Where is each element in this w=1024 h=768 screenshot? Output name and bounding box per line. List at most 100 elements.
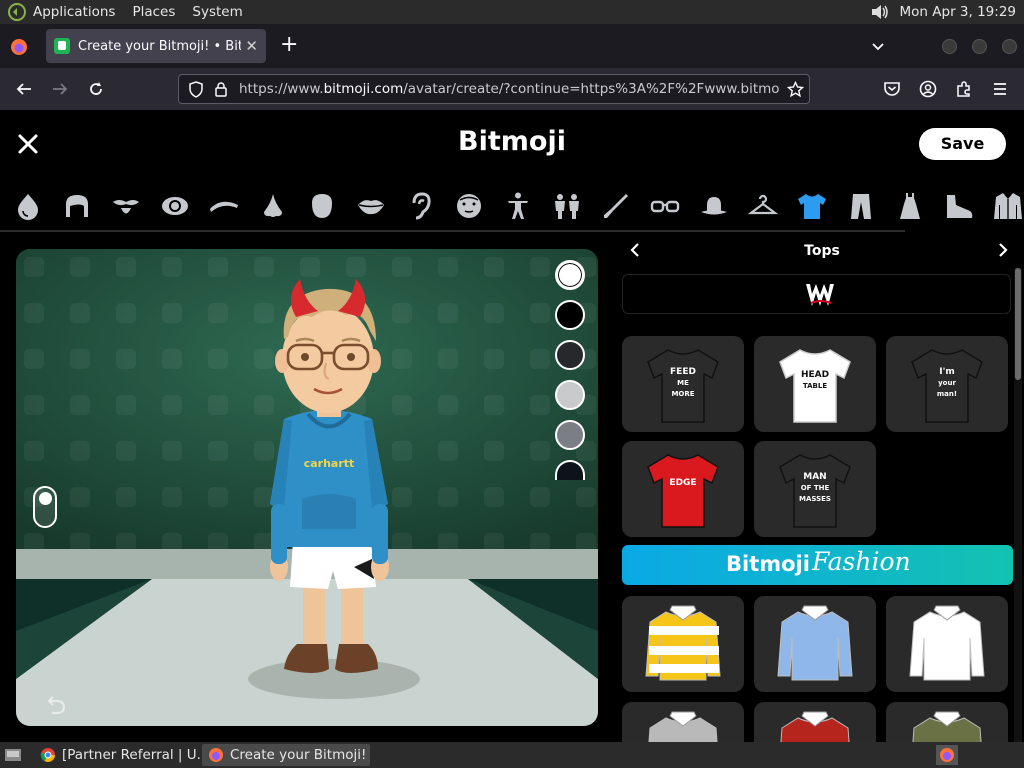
category-face-shape-icon[interactable] [305, 186, 339, 226]
wwe-shirt-graphic: EDGE [647, 454, 719, 528]
category-makeup-icon[interactable] [599, 186, 633, 226]
bitmoji-brand: Bitmoji [458, 126, 566, 157]
list-all-tabs-icon[interactable] [870, 38, 886, 54]
applications-menu[interactable]: Applications [33, 4, 115, 20]
extensions-icon[interactable] [955, 80, 973, 98]
shirt-print-text: MASSES [799, 495, 831, 503]
fashion-top-graphic [645, 605, 721, 681]
top-item-tile[interactable]: FEED ME MORE [622, 336, 744, 432]
fashion-top-graphic [912, 711, 982, 742]
category-footwear-icon[interactable] [942, 186, 976, 226]
maximize-window-button[interactable] [972, 39, 987, 54]
undo-icon[interactable] [43, 694, 67, 718]
category-bottoms-icon[interactable] [844, 186, 878, 226]
category-tops-icon[interactable] [795, 186, 829, 226]
bitmoji-fashion-banner[interactable]: Bitmoji Fashion [622, 545, 1013, 585]
category-hair-icon[interactable] [60, 186, 94, 226]
wwe-logo-icon [806, 284, 834, 306]
shirt-print-text: MAN [803, 472, 826, 482]
top-item-tile[interactable]: EDGE [622, 441, 744, 537]
top-item-tile[interactable] [754, 702, 876, 742]
color-swatch-light-gray[interactable] [555, 380, 585, 410]
catalog-scroll-thumb[interactable] [1015, 268, 1021, 380]
category-outerwear-icon[interactable] [991, 186, 1024, 226]
top-item-tile[interactable]: MAN OF THE MASSES [754, 441, 876, 537]
reload-icon[interactable] [87, 80, 105, 98]
account-icon[interactable] [919, 80, 937, 98]
taskbar-item-create-bitmoji[interactable]: Create your Bitmoji! ... [202, 744, 370, 766]
tab-close-icon[interactable]: ✕ [245, 37, 258, 55]
browser-nav-bar: https://www.bitmoji.com/avatar/create/?c… [0, 68, 1024, 110]
category-headwear-icon[interactable] [697, 186, 731, 226]
browser-tab-strip: Create your Bitmoji! • Bitmoji ✕ + [0, 24, 1024, 68]
url-text[interactable]: https://www.bitmoji.com/avatar/create/?c… [239, 81, 779, 97]
top-item-tile[interactable] [886, 596, 1008, 692]
new-tab-button[interactable]: + [280, 34, 298, 56]
tab-title: Create your Bitmoji! • Bitmoji [78, 38, 242, 54]
background-toggle[interactable] [33, 486, 57, 528]
next-category-chevron-icon[interactable] [996, 242, 1010, 258]
distro-logo-icon[interactable] [7, 2, 27, 22]
tab-create-bitmoji[interactable]: Create your Bitmoji! • Bitmoji ✕ [46, 29, 266, 63]
color-swatch-gray[interactable] [555, 420, 585, 450]
fashion-top-graphic [780, 711, 850, 742]
shirt-print-text: FEED [670, 367, 696, 377]
top-item-tile[interactable] [886, 702, 1008, 742]
category-divider [0, 230, 905, 232]
chrome-icon [40, 748, 55, 762]
volume-icon[interactable] [870, 3, 890, 21]
shirt-print-text: man! [937, 390, 957, 398]
wwe-shirt-graphic: HEAD TABLE [779, 349, 851, 423]
firefox-tray-icon[interactable] [936, 745, 958, 765]
hamburger-menu-icon[interactable] [991, 80, 1009, 98]
category-nose-icon[interactable] [256, 186, 290, 226]
category-mouth-icon[interactable] [354, 186, 388, 226]
padlock-icon[interactable] [214, 81, 228, 98]
system-menu[interactable]: System [192, 4, 242, 20]
close-window-button[interactable] [1002, 39, 1017, 54]
forward-arrow-icon[interactable] [51, 80, 69, 98]
category-skin-tone-icon[interactable] [11, 186, 45, 226]
category-facial-hair-icon[interactable] [109, 186, 143, 226]
url-bar[interactable]: https://www.bitmoji.com/avatar/create/?c… [178, 74, 810, 104]
category-dress-icon[interactable] [893, 186, 927, 226]
pocket-icon[interactable] [883, 80, 901, 98]
fashion-banner-brand: Bitmoji [726, 552, 810, 576]
top-item-tile[interactable] [622, 702, 744, 742]
save-button[interactable]: Save [919, 128, 1006, 160]
avatar-preview-stage: carhartt [16, 249, 598, 726]
top-item-tile[interactable] [754, 596, 876, 692]
category-eyebrows-icon[interactable] [207, 186, 241, 226]
taskbar-item-partner-referral[interactable]: [Partner Referral | U... [34, 744, 200, 766]
wwe-collection-banner[interactable] [622, 274, 1011, 314]
clock[interactable]: Mon Apr 3, 19:29 [900, 4, 1016, 20]
category-face-details-icon[interactable] [452, 186, 486, 226]
category-ears-icon[interactable] [403, 186, 437, 226]
os-top-panel: Applications Places System Mon Apr 3, 19… [0, 0, 1024, 24]
top-item-tile[interactable]: HEAD TABLE [754, 336, 876, 432]
tracking-shield-icon[interactable] [188, 81, 204, 98]
category-outfits-icon[interactable] [550, 186, 584, 226]
avatar-scene: carhartt [16, 249, 598, 726]
firefox-menu-icon[interactable] [10, 38, 28, 56]
category-body-icon[interactable] [501, 186, 535, 226]
color-swatch-white[interactable] [555, 260, 585, 290]
category-hanger-icon[interactable] [746, 186, 780, 226]
show-desktop-icon[interactable] [4, 747, 22, 763]
back-arrow-icon[interactable] [15, 80, 33, 98]
background-toggle-knob [39, 492, 52, 505]
top-item-tile[interactable] [622, 596, 744, 692]
minimize-window-button[interactable] [942, 39, 957, 54]
top-item-tile[interactable]: I'm your man! [886, 336, 1008, 432]
shirt-print-text: TABLE [803, 382, 827, 390]
places-menu[interactable]: Places [132, 4, 175, 20]
shirt-print-text: your [938, 379, 956, 387]
fashion-top-graphic [648, 711, 718, 742]
catalog-scrollbar[interactable] [1014, 268, 1022, 742]
color-swatch-charcoal[interactable] [555, 340, 585, 370]
bookmark-star-icon[interactable] [787, 81, 804, 98]
category-eyes-icon[interactable] [158, 186, 192, 226]
color-swatch-black[interactable] [555, 300, 585, 330]
close-editor-icon[interactable] [16, 132, 40, 156]
category-eyewear-icon[interactable] [648, 186, 682, 226]
